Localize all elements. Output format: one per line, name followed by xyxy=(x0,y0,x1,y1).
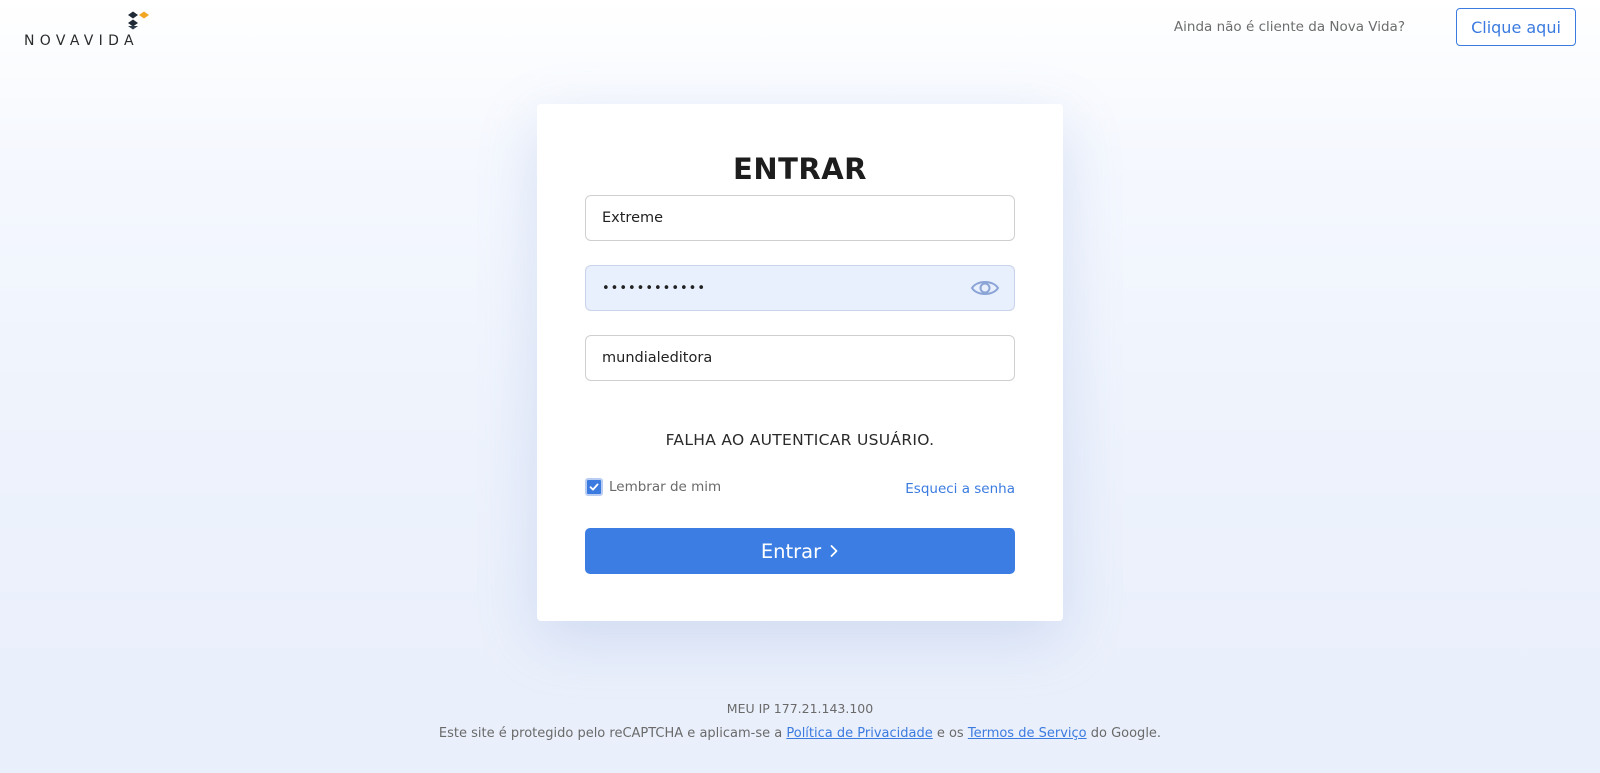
login-title: ENTRAR xyxy=(733,152,867,186)
forgot-password-link[interactable]: Esqueci a senha xyxy=(905,481,1015,497)
terms-of-service-link[interactable]: Termos de Serviço xyxy=(968,726,1087,741)
logo-text: NOVAVIDA xyxy=(24,33,139,49)
auth-error-message: FALHA AO AUTENTICAR USUÁRIO. xyxy=(665,431,935,449)
username-field[interactable]: Extreme xyxy=(585,195,1015,241)
ip-address: MEU IP 177.21.143.100 xyxy=(726,701,874,716)
signup-prompt: Ainda não é cliente da Nova Vida? xyxy=(1173,19,1405,35)
notice-middle: e os xyxy=(932,726,968,741)
remember-me[interactable]: Lembrar de mim xyxy=(585,478,721,496)
novavida-logo[interactable]: NOVAVIDA xyxy=(24,8,154,50)
remember-label: Lembrar de mim xyxy=(609,479,722,495)
eye-icon[interactable] xyxy=(970,276,1000,300)
login-card: ENTRAR Extreme •••••••••••• mundialedito… xyxy=(537,104,1063,621)
notice-prefix: Este site é protegido pelo reCAPTCHA e a… xyxy=(438,726,787,741)
password-value: •••••••••••• xyxy=(602,280,707,296)
header: NOVAVIDA Ainda não é cliente da Nova Vid… xyxy=(0,0,1600,60)
novavida-logo-icon xyxy=(128,11,149,30)
submit-label: Entrar xyxy=(760,539,822,563)
login-submit-button[interactable]: Entrar xyxy=(585,528,1015,574)
check-icon xyxy=(589,483,599,491)
company-value: mundialeditora xyxy=(602,350,713,366)
signup-button[interactable]: Clique aqui xyxy=(1456,8,1576,46)
notice-suffix: do Google. xyxy=(1086,726,1162,741)
chevron-right-icon xyxy=(830,545,838,557)
privacy-policy-link[interactable]: Política de Privacidade xyxy=(786,726,932,741)
password-field[interactable]: •••••••••••• xyxy=(585,265,1015,311)
recaptcha-notice: Este site é protegido pelo reCAPTCHA e a… xyxy=(0,726,1600,741)
company-field[interactable]: mundialeditora xyxy=(585,335,1015,381)
username-value: Extreme xyxy=(602,210,664,226)
remember-checkbox[interactable] xyxy=(585,478,603,496)
